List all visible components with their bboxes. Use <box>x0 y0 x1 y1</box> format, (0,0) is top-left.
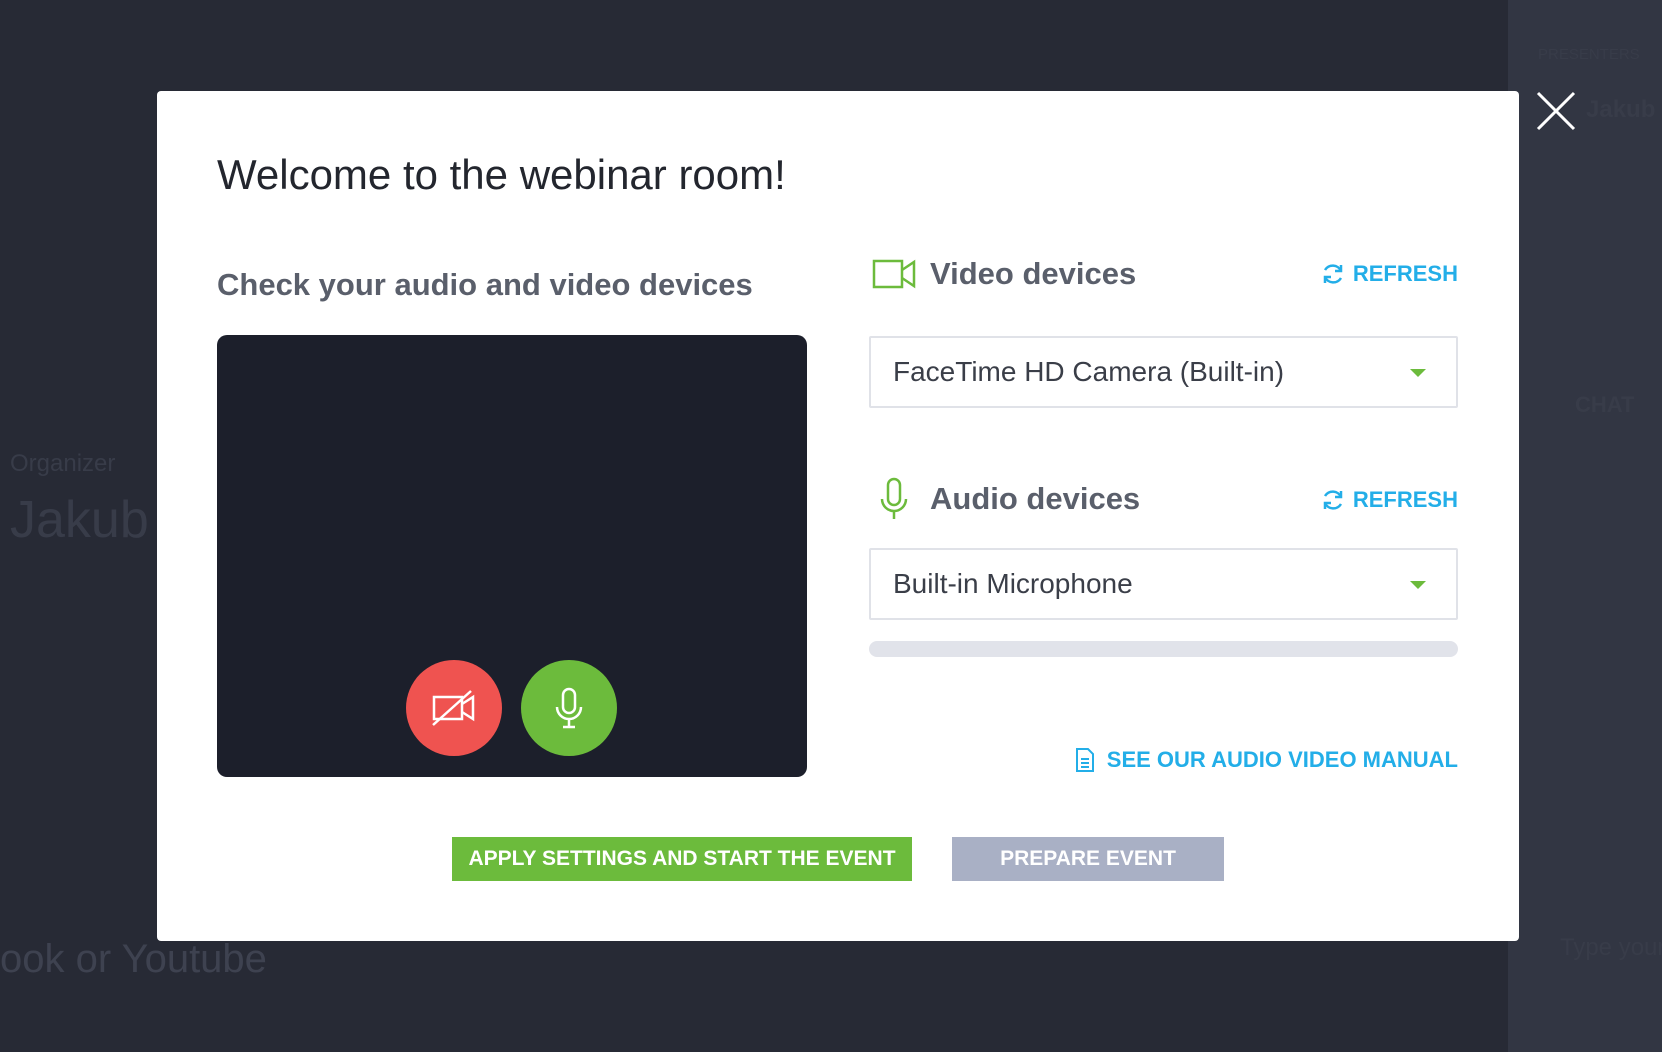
modal-title: Welcome to the webinar room! <box>217 151 786 198</box>
presenter-name: Jakub Z <box>1586 96 1662 123</box>
device-setup-modal: Welcome to the webinar room! Check your … <box>157 91 1519 941</box>
refresh-audio-button[interactable]: REFRESH <box>1321 487 1458 513</box>
audio-devices-label: Audio devices <box>930 481 1141 516</box>
document-icon <box>1075 748 1094 772</box>
refresh-icon <box>1323 264 1343 284</box>
refresh-video-label: REFRESH <box>1352 261 1458 286</box>
apply-and-start-button[interactable]: APPLY SETTINGS AND START THE EVENT <box>452 837 912 881</box>
refresh-icon <box>1323 490 1343 510</box>
chat-input-placeholder: Type your <box>1560 934 1662 961</box>
organizer-label: Organizer <box>10 450 116 477</box>
manual-link-label: SEE OUR AUDIO VIDEO MANUAL <box>1106 747 1458 772</box>
video-devices-label: Video devices <box>930 256 1137 291</box>
audio-device-value: Built-in Microphone <box>893 568 1133 599</box>
modal-subtitle: Check your audio and video devices <box>217 267 753 302</box>
microphone-icon <box>880 477 908 519</box>
refresh-video-button[interactable]: REFRESH <box>1321 261 1458 287</box>
video-camera-icon <box>872 259 916 289</box>
audio-device-select[interactable]: Built-in Microphone <box>869 548 1458 620</box>
microphone-icon <box>555 687 583 729</box>
background-sidebar <box>1508 0 1662 1052</box>
stream-text: ook or Youtube <box>0 937 267 981</box>
chevron-down-icon <box>1410 581 1426 589</box>
video-devices-header: Video devices <box>872 254 1136 294</box>
video-off-icon <box>432 690 475 726</box>
close-icon[interactable] <box>1536 91 1576 131</box>
microphone-toggle-button[interactable] <box>521 660 617 756</box>
chat-label: CHAT <box>1575 392 1635 417</box>
prepare-event-button[interactable]: PREPARE EVENT <box>952 837 1224 881</box>
organizer-name: Jakub <box>10 491 149 549</box>
camera-toggle-button[interactable] <box>406 660 502 756</box>
refresh-audio-label: REFRESH <box>1352 487 1458 512</box>
audio-devices-header: Audio devices <box>872 477 1141 519</box>
audio-level-meter <box>869 641 1458 657</box>
chevron-down-icon <box>1410 369 1426 377</box>
presenters-label: PRESENTERS <box>1538 46 1640 63</box>
video-device-select[interactable]: FaceTime HD Camera (Built-in) <box>869 336 1458 408</box>
audio-video-manual-link[interactable]: SEE OUR AUDIO VIDEO MANUAL <box>1075 747 1458 773</box>
video-device-value: FaceTime HD Camera (Built-in) <box>893 356 1285 387</box>
video-preview <box>217 335 807 777</box>
